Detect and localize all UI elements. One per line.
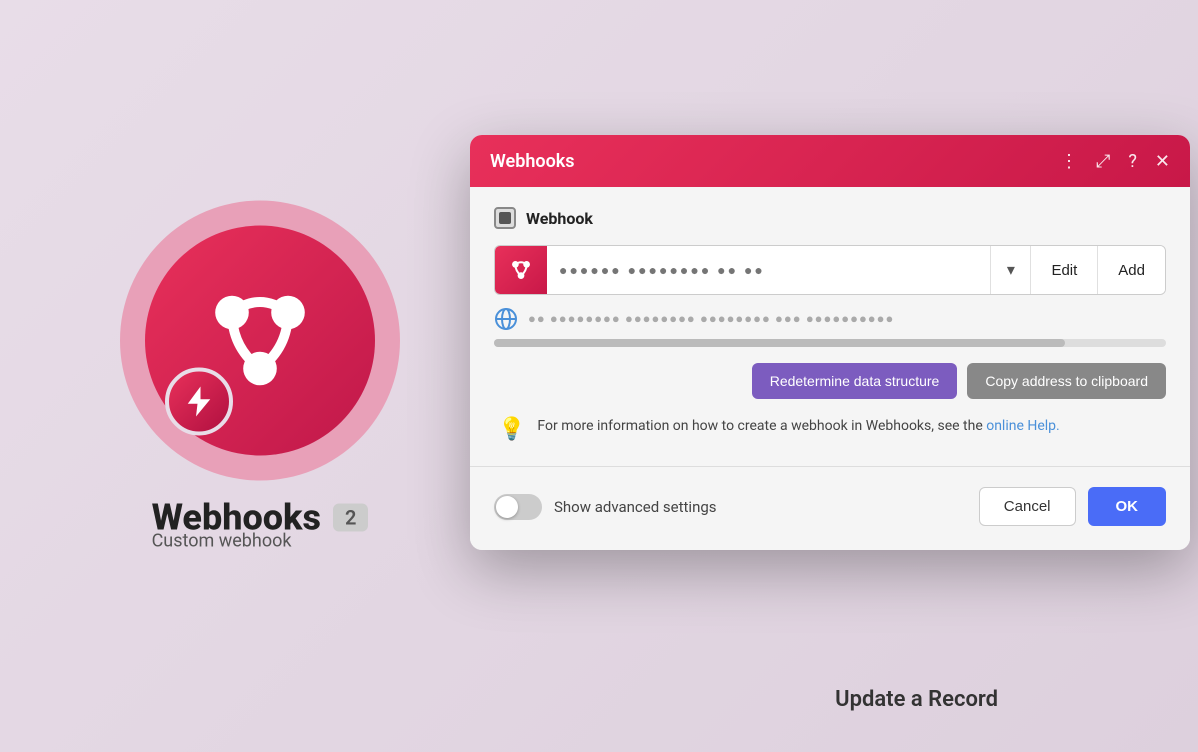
lightning-badge bbox=[165, 368, 233, 436]
toggle-label: Show advanced settings bbox=[554, 498, 717, 516]
modal-body: Webhook ▾ Edit Add bbox=[470, 187, 1190, 550]
close-icon[interactable]: ✕ bbox=[1155, 151, 1170, 172]
section-header: Webhook bbox=[494, 207, 1166, 229]
logo-container: Webhooks 2 Custom webhook bbox=[120, 201, 400, 552]
online-help-link[interactable]: online Help. bbox=[986, 418, 1060, 434]
logo-inner-circle bbox=[145, 226, 375, 456]
ok-button[interactable]: OK bbox=[1088, 487, 1167, 526]
modal-header: Webhooks ⋮ ⤢ ? ✕ bbox=[470, 135, 1190, 187]
footer-buttons: Cancel OK bbox=[979, 487, 1166, 526]
modal-controls: ⋮ ⤢ ? ✕ bbox=[1060, 151, 1170, 172]
progress-bar-container bbox=[494, 339, 1166, 347]
progress-bar-fill bbox=[494, 339, 1065, 347]
modal-title: Webhooks bbox=[490, 151, 575, 172]
info-text: For more information on how to create a … bbox=[537, 415, 1059, 437]
info-text-content: For more information on how to create a … bbox=[537, 418, 986, 434]
app-badge: 2 bbox=[333, 504, 368, 532]
app-subtitle: Custom webhook bbox=[152, 531, 369, 552]
add-button[interactable]: Add bbox=[1097, 246, 1165, 294]
more-options-icon[interactable]: ⋮ bbox=[1060, 151, 1078, 172]
action-buttons-row: Redetermine data structure Copy address … bbox=[494, 363, 1166, 399]
webhook-dropdown-button[interactable]: ▾ bbox=[990, 246, 1030, 294]
url-display-row: ●● ●●●●●●●● ●●●●●●●● ●●●●●●●● ●●● ●●●●●●… bbox=[494, 307, 1166, 331]
toggle-knob bbox=[496, 496, 518, 518]
redetermine-button[interactable]: Redetermine data structure bbox=[752, 363, 958, 399]
copy-clipboard-button[interactable]: Copy address to clipboard bbox=[967, 363, 1166, 399]
divider bbox=[470, 466, 1190, 467]
toggle-container: Show advanced settings bbox=[494, 494, 717, 520]
webhooks-modal: Webhooks ⋮ ⤢ ? ✕ Webhook bbox=[470, 135, 1190, 550]
section-checkbox[interactable] bbox=[494, 207, 516, 229]
lightning-icon bbox=[181, 384, 217, 420]
app-title-area: Webhooks 2 Custom webhook bbox=[152, 497, 369, 552]
webhook-url-row: ▾ Edit Add bbox=[494, 245, 1166, 295]
url-display-text: ●● ●●●●●●●● ●●●●●●●● ●●●●●●●● ●●● ●●●●●●… bbox=[528, 311, 1166, 327]
advanced-settings-toggle[interactable] bbox=[494, 494, 542, 520]
webhook-small-icon bbox=[507, 256, 535, 284]
bottom-text: Update a Record bbox=[835, 687, 998, 712]
expand-icon[interactable]: ⤢ bbox=[1096, 151, 1110, 172]
help-icon[interactable]: ? bbox=[1128, 151, 1137, 172]
dropdown-arrow-icon: ▾ bbox=[1007, 260, 1015, 280]
globe-icon bbox=[494, 307, 518, 331]
checkbox-inner bbox=[499, 212, 511, 224]
cancel-button[interactable]: Cancel bbox=[979, 487, 1076, 526]
edit-button[interactable]: Edit bbox=[1030, 246, 1097, 294]
bulb-icon: 💡 bbox=[498, 417, 525, 442]
webhook-url-input[interactable] bbox=[547, 246, 990, 294]
info-row: 💡 For more information on how to create … bbox=[494, 415, 1166, 442]
webhook-icon-cell bbox=[495, 246, 547, 294]
logo-outer-circle bbox=[120, 201, 400, 481]
modal-footer: Show advanced settings Cancel OK bbox=[494, 487, 1166, 530]
section-title: Webhook bbox=[526, 209, 593, 228]
